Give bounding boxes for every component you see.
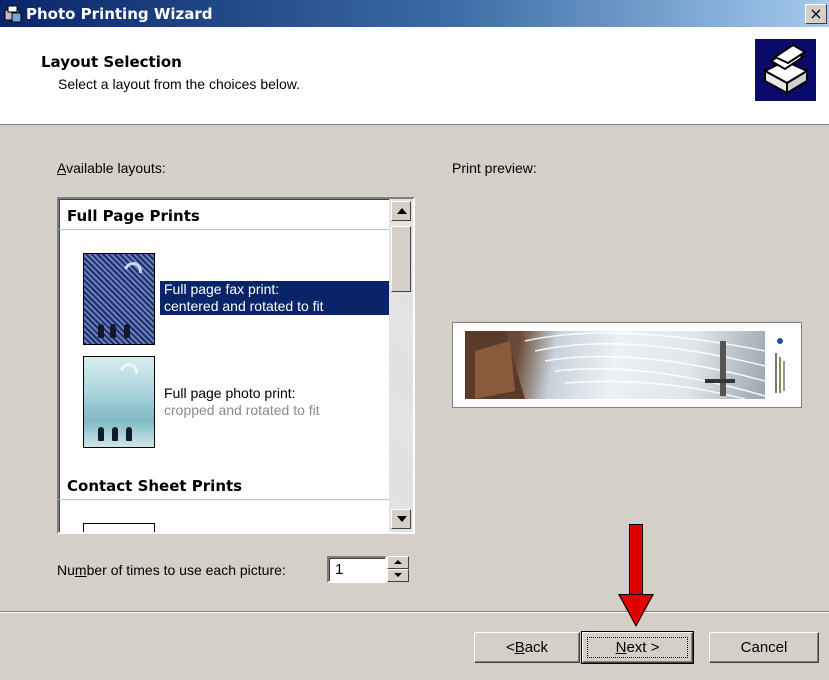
photo-printer-icon (3, 4, 23, 24)
contact-sheet-thumbnail[interactable] (83, 523, 155, 532)
close-icon: × (809, 4, 823, 23)
list-item-photo-print[interactable]: Full page photo print: cropped and rotat… (160, 385, 324, 419)
copies-input[interactable]: 1 (327, 556, 387, 583)
annotation-arrow-head (620, 595, 652, 625)
layouts-scrollbar[interactable] (389, 199, 413, 532)
list-item-fax-print[interactable]: Full page fax print: centered and rotate… (160, 281, 389, 315)
preview-photo (465, 331, 765, 399)
available-layouts-label: Available layouts: (57, 160, 166, 176)
scroll-thumb[interactable] (391, 226, 411, 292)
fax-print-thumbnail[interactable] (83, 253, 155, 345)
arrow-up-icon (394, 560, 402, 564)
cancel-button[interactable]: Cancel (709, 632, 819, 663)
page-title: Layout Selection (41, 53, 182, 71)
wizard-header: Layout Selection Select a layout from th… (0, 27, 829, 125)
print-preview-label: Print preview: (452, 160, 537, 176)
page-subtitle: Select a layout from the choices below. (58, 76, 301, 92)
spin-down-button[interactable] (387, 569, 409, 582)
layouts-list-content: Full Page Prints Full page fax print: ce… (59, 199, 389, 532)
arrow-down-icon (394, 573, 402, 577)
close-button[interactable]: × (805, 4, 827, 24)
title-bar: Photo Printing Wizard × (0, 0, 829, 27)
arrow-up-icon (397, 208, 407, 214)
arrow-down-icon (397, 516, 407, 522)
back-button[interactable]: < Back (474, 632, 580, 663)
group-divider (59, 499, 389, 500)
focus-rect (587, 637, 688, 658)
group-divider (59, 229, 389, 230)
annotation-arrow-icon (629, 524, 643, 596)
preview-side-text (769, 331, 791, 399)
group-header-contact-sheet: Contact Sheet Prints (67, 477, 243, 495)
copies-spinner[interactable] (387, 556, 409, 583)
photo-print-thumbnail[interactable] (83, 356, 155, 448)
layouts-listbox[interactable]: Full Page Prints Full page fax print: ce… (57, 197, 415, 534)
group-header-full-page: Full Page Prints (67, 207, 200, 225)
print-preview (452, 322, 802, 408)
copies-label: Number of times to use each picture: (57, 562, 286, 578)
spin-up-button[interactable] (387, 556, 409, 569)
window-title: Photo Printing Wizard (26, 4, 213, 23)
footer-separator (0, 611, 829, 613)
scroll-down-button[interactable] (391, 509, 411, 529)
printer-logo-icon (755, 39, 816, 101)
scroll-up-button[interactable] (391, 201, 411, 221)
next-button[interactable]: Next > (581, 631, 694, 664)
